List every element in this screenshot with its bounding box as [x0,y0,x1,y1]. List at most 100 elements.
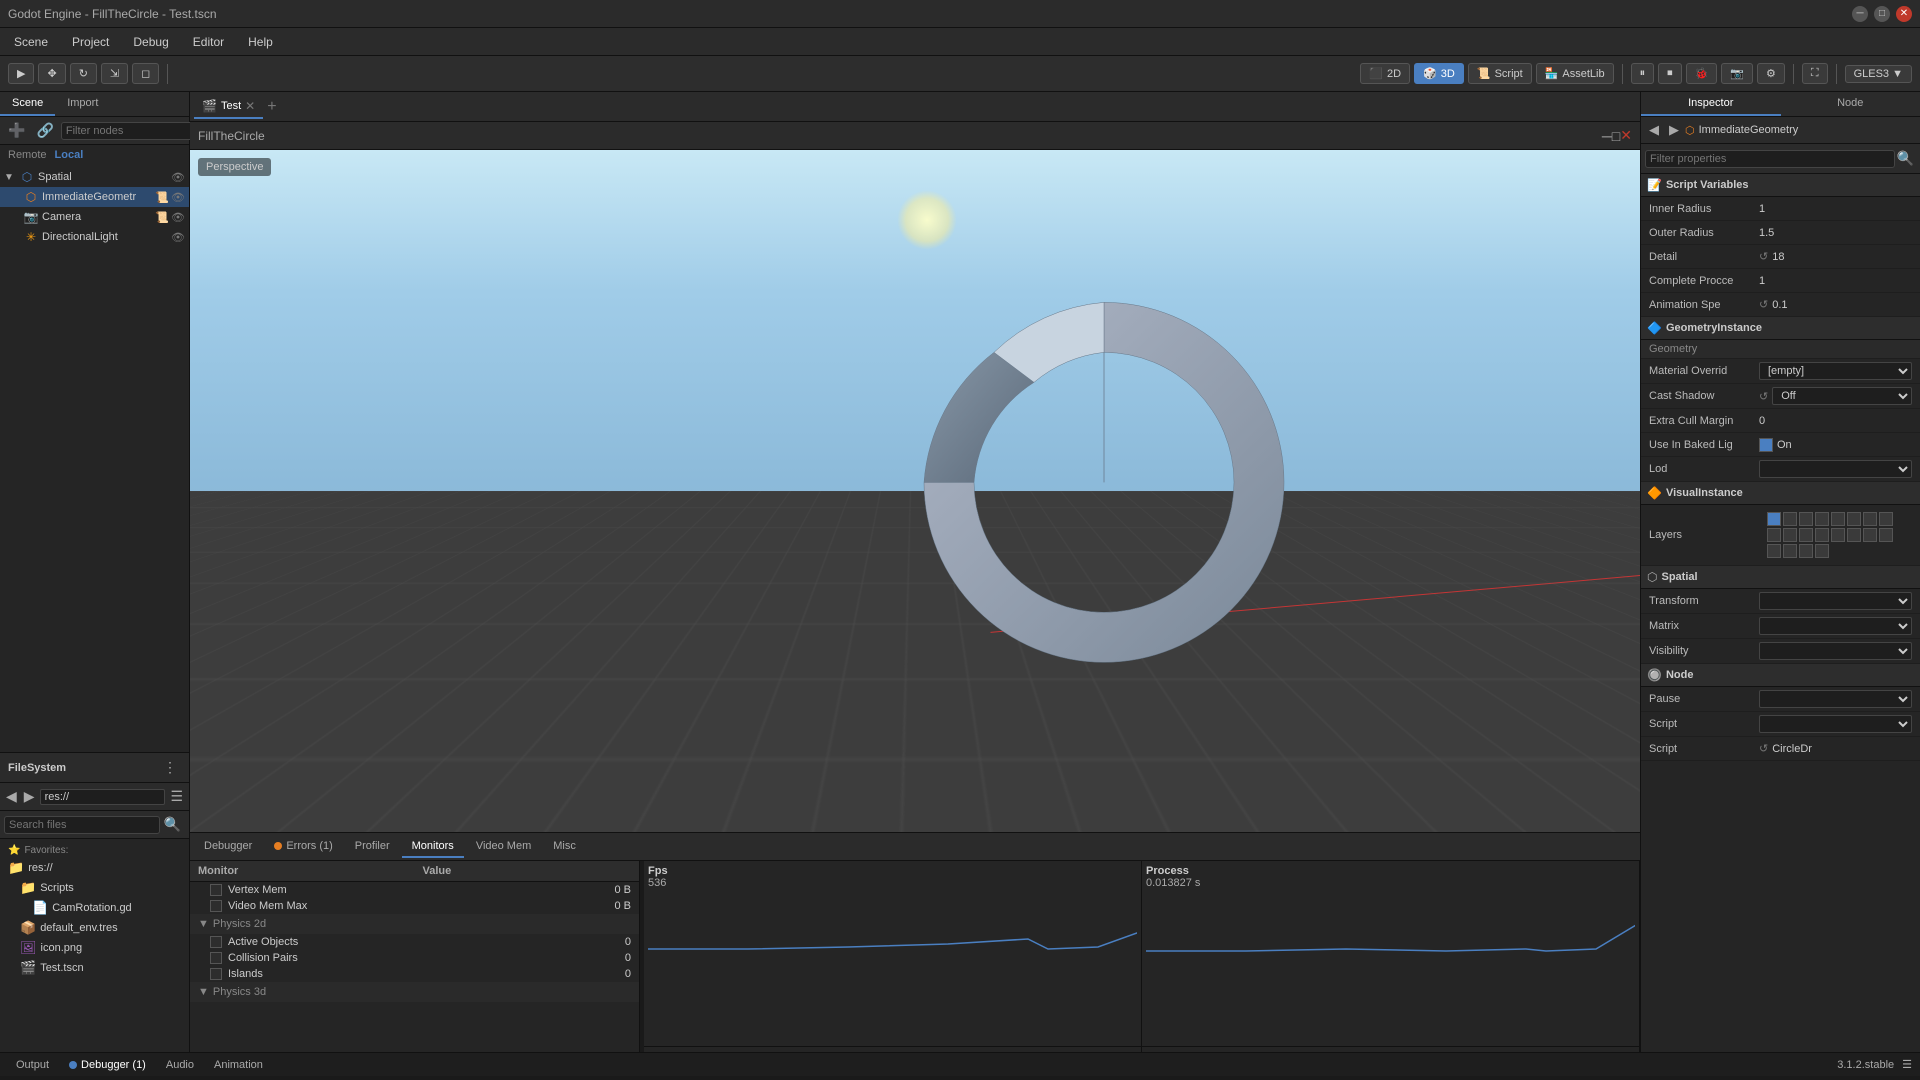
layer-cell-4[interactable] [1815,512,1829,526]
tab-profiler[interactable]: Profiler [345,836,400,858]
tab-debugger[interactable]: Debugger [194,836,262,858]
menu-editor[interactable]: Editor [187,33,230,51]
viewport-minimize-btn[interactable]: ─ [1602,128,1612,144]
tab-monitors[interactable]: Monitors [402,836,464,858]
layer-cell-5[interactable] [1831,512,1845,526]
select-tool-button[interactable]: ▶ [8,63,34,84]
fs-layout-button[interactable]: ☰ [168,786,185,807]
matrix-dropdown[interactable] [1759,617,1912,635]
script-button[interactable]: 📜 Script [1468,63,1532,84]
layer-cell-8[interactable] [1879,512,1893,526]
filter-properties-input[interactable] [1645,150,1895,168]
layer-cell-17[interactable] [1767,544,1781,558]
script-link-icon[interactable]: 📜 [155,191,169,204]
spatial-section-header[interactable]: ⬡ Spatial [1641,566,1920,589]
gles-badge[interactable]: GLES3 ▼ [1845,65,1912,83]
fs-item-camrotation[interactable]: 📄 CamRotation.gd [0,898,189,918]
camera-button[interactable]: 📷 [1721,63,1753,84]
layer-cell-14[interactable] [1847,528,1861,542]
add-node-button[interactable]: ➕ [4,120,29,141]
menu-help[interactable]: Help [242,33,279,51]
tree-item-immediate-geometry[interactable]: ⬡ ImmediateGeometr 📜 👁 [0,187,189,207]
stop-button[interactable]: ⏹ [1658,63,1682,84]
status-tab-animation[interactable]: Animation [206,1057,271,1073]
cast-shadow-dropdown[interactable]: Off [1772,387,1912,405]
fs-settings-button[interactable]: ⋮ [159,757,181,778]
tree-item-camera[interactable]: 📷 Camera 📜 👁 [0,207,189,227]
eye-icon-camera[interactable]: 👁 [171,211,185,224]
viewport-3d[interactable]: Perspective [190,150,1640,832]
eye-icon-light[interactable]: 👁 [171,231,185,244]
layer-cell-7[interactable] [1863,512,1877,526]
tab-video-mem[interactable]: Video Mem [466,836,541,858]
visibility-dropdown[interactable] [1759,642,1912,660]
tab-node[interactable]: Node [1781,92,1920,116]
mode-2d-button[interactable]: ⬛ 2D [1360,63,1410,84]
transform-dropdown[interactable] [1759,592,1912,610]
islands-checkbox[interactable] [210,968,222,980]
fs-item-icon-png[interactable]: 🖼 icon.png [0,938,189,958]
active-objects-checkbox[interactable] [210,936,222,948]
link-button[interactable]: 🔗 [32,120,57,141]
mode-3d-button[interactable]: 🎲 3D [1414,63,1464,84]
menu-project[interactable]: Project [66,33,115,51]
node-section-header[interactable]: 🔘 Node [1641,664,1920,687]
expand-button[interactable]: ⛶ [1802,63,1828,84]
layer-cell-2[interactable] [1783,512,1797,526]
layer-cell-11[interactable] [1799,528,1813,542]
viewport-tab-close[interactable]: ✕ [245,99,255,113]
layer-cell-16[interactable] [1879,528,1893,542]
script-dropdown[interactable] [1759,715,1912,733]
eye-icon-spatial[interactable]: 👁 [171,171,185,184]
viewport-tab-test[interactable]: 🎬 Test ✕ [194,95,263,119]
minimize-button[interactable]: ─ [1852,6,1868,22]
fs-item-test-tscn[interactable]: 🎬 Test.tscn [0,958,189,978]
pause-dropdown[interactable] [1759,690,1912,708]
rotate-tool-button[interactable]: ↻ [70,63,97,84]
use-in-baked-lig-checkbox[interactable] [1759,438,1773,452]
layer-cell-10[interactable] [1783,528,1797,542]
layer-cell-1[interactable] [1767,512,1781,526]
lod-dropdown[interactable] [1759,460,1912,478]
detail-reset-btn[interactable]: ↺ [1759,250,1768,263]
layer-cell-6[interactable] [1847,512,1861,526]
layer-cell-3[interactable] [1799,512,1813,526]
viewport-maximize-btn[interactable]: □ [1612,128,1620,144]
inspector-back-btn[interactable]: ◀ [1645,120,1663,140]
fs-back-button[interactable]: ◀ [4,786,19,807]
tab-inspector[interactable]: Inspector [1641,92,1781,116]
layer-cell-12[interactable] [1815,528,1829,542]
tab-import[interactable]: Import [55,92,110,116]
layer-cell-13[interactable] [1831,528,1845,542]
layer-cell-9[interactable] [1767,528,1781,542]
close-button[interactable]: ✕ [1896,6,1912,22]
viewport-close-btn[interactable]: ✕ [1620,127,1632,144]
inspector-forward-btn[interactable]: ▶ [1665,120,1683,140]
assetlib-button[interactable]: 🏪 AssetLib [1536,63,1614,84]
cast-shadow-reset-btn[interactable]: ↺ [1759,390,1768,403]
layer-cell-20[interactable] [1815,544,1829,558]
maximize-button[interactable]: □ [1874,6,1890,22]
status-list-button[interactable]: ☰ [1902,1058,1912,1071]
menu-scene[interactable]: Scene [8,33,54,51]
tab-scene[interactable]: Scene [0,92,55,116]
status-tab-output[interactable]: Output [8,1057,57,1073]
tab-misc[interactable]: Misc [543,836,586,858]
physics-3d-section[interactable]: ▼ Physics 3d [190,982,639,1002]
settings-button[interactable]: ⚙ [1757,63,1785,84]
visual-instance-header[interactable]: 🔶 VisualInstance [1641,482,1920,505]
menu-debug[interactable]: Debug [127,33,174,51]
animation-speed-reset-btn[interactable]: ↺ [1759,298,1768,311]
status-tab-debugger[interactable]: Debugger (1) [61,1057,154,1073]
fs-forward-button[interactable]: ▶ [22,786,37,807]
video-mem-max-checkbox[interactable] [210,900,222,912]
layer-cell-18[interactable] [1783,544,1797,558]
layer-cell-15[interactable] [1863,528,1877,542]
vertex-mem-checkbox[interactable] [210,884,222,896]
fs-search-button[interactable]: 🔍 [160,814,185,835]
fs-item-res[interactable]: 📁 res:// [0,858,189,878]
script-link-icon-cam[interactable]: 📜 [155,211,169,224]
add-tab-button[interactable]: + [263,98,280,116]
script-variables-section-header[interactable]: 📝 Script Variables [1641,174,1920,197]
perspective-label[interactable]: Perspective [198,158,271,176]
